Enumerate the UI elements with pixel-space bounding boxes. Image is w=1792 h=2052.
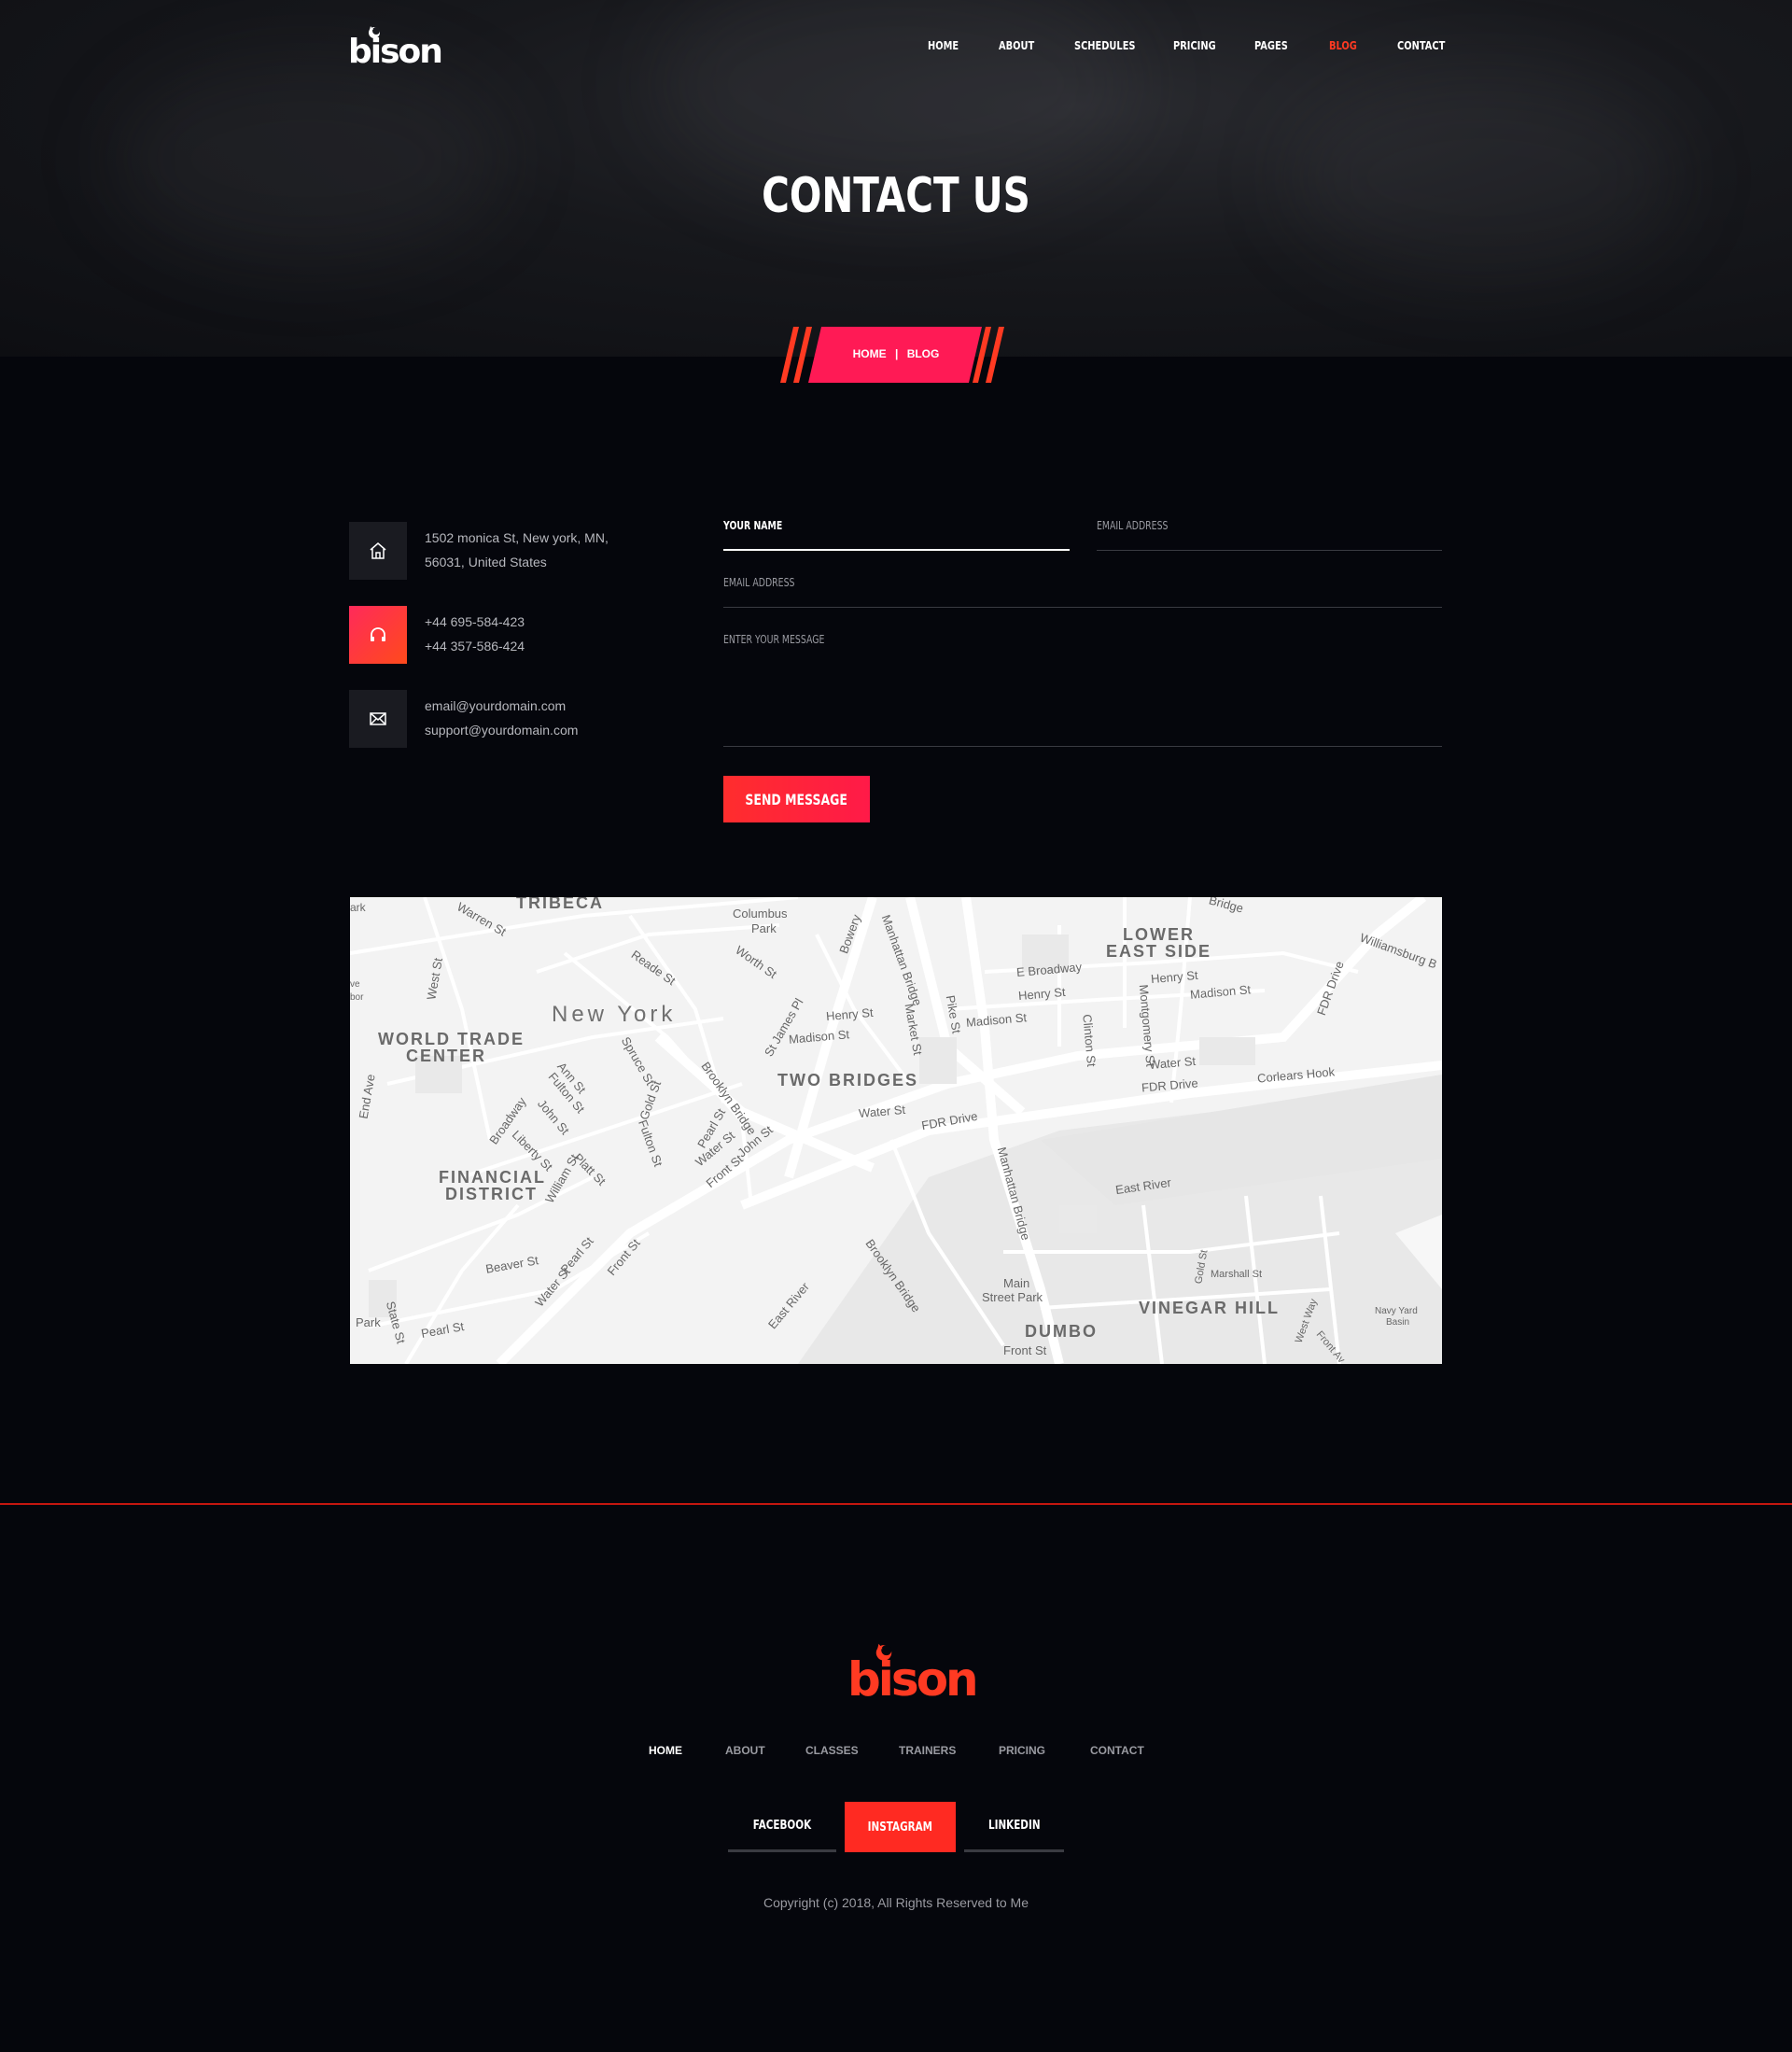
breadcrumb: HOME | BLOG xyxy=(780,327,1012,383)
map-label: VINEGAR HILL xyxy=(1139,1299,1281,1317)
headphones-icon xyxy=(349,606,407,664)
phone-text: +44 695-584-423 +44 357-586-424 xyxy=(425,610,525,658)
map-label: TRIBECA xyxy=(516,897,604,912)
email-line-1[interactable]: email@yourdomain.com xyxy=(425,694,578,718)
footer-nav-contact[interactable]: CONTACT xyxy=(1090,1744,1144,1757)
phone-line-1[interactable]: +44 695-584-423 xyxy=(425,610,525,634)
nav-item-blog[interactable]: BLOG xyxy=(1329,39,1357,52)
contact-address: 1502 monica St, New york, MN, 56031, Uni… xyxy=(349,522,685,580)
nav-item-about[interactable]: ABOUT xyxy=(999,39,1034,52)
linkedin-label: LINKEDIN xyxy=(987,1819,1041,1833)
nav-item-contact[interactable]: CONTACT xyxy=(1397,39,1445,52)
instagram-button[interactable]: INSTAGRAM xyxy=(845,1802,956,1852)
home-icon xyxy=(349,522,407,580)
map-label: Columbus xyxy=(733,907,788,921)
breadcrumb-current: BLOG xyxy=(906,347,940,360)
map-label: CENTER xyxy=(406,1047,487,1065)
breadcrumb-separator: | xyxy=(894,347,899,360)
email-field-secondary[interactable]: EMAIL ADDRESS xyxy=(723,570,1442,608)
page-title: CONTACT US xyxy=(762,168,1030,224)
map-roads xyxy=(350,897,1442,1364)
map-label: TWO BRIDGES xyxy=(777,1071,918,1089)
breadcrumb-text: HOME | BLOG xyxy=(780,347,1012,360)
name-field-label: YOUR NAME xyxy=(723,519,783,532)
map-label: Main xyxy=(1003,1276,1030,1290)
email-field-label: EMAIL ADDRESS xyxy=(1097,519,1169,532)
nav-item-pages[interactable]: PAGES xyxy=(1254,39,1288,52)
hero-smoke xyxy=(112,56,504,261)
map-label: EAST SIDE xyxy=(1106,942,1212,961)
map-label: ark xyxy=(350,901,366,914)
main-nav: HOME ABOUT SCHEDULES PRICING PAGES BLOG … xyxy=(0,39,1792,54)
map-label: ve xyxy=(350,979,360,990)
map-label: Front St xyxy=(1003,1343,1047,1357)
footer-logo[interactable]: bison xyxy=(847,1641,979,1703)
nav-item-schedules[interactable]: SCHEDULES xyxy=(1074,39,1136,52)
map-label: Park xyxy=(751,921,777,935)
map-label: New York xyxy=(552,1002,677,1027)
hero-banner: bison HOME ABOUT SCHEDULES PRICING PAGES… xyxy=(0,0,1792,357)
footer-nav-home[interactable]: HOME xyxy=(649,1744,682,1757)
linkedin-button[interactable]: LINKEDIN xyxy=(964,1802,1064,1852)
message-field-label: ENTER YOUR MESSAGE xyxy=(723,633,825,646)
email-field[interactable]: EMAIL ADDRESS xyxy=(1097,513,1442,551)
footer-divider xyxy=(0,1503,1792,1505)
email-field-secondary-label: EMAIL ADDRESS xyxy=(723,576,795,589)
footer-nav-about[interactable]: ABOUT xyxy=(725,1744,765,1757)
send-message-button[interactable]: SEND MESSAGE xyxy=(723,776,870,822)
contact-phone: +44 695-584-423 +44 357-586-424 xyxy=(349,606,685,664)
send-message-label: SEND MESSAGE xyxy=(745,790,848,808)
address-text: 1502 monica St, New york, MN, 56031, Uni… xyxy=(425,526,609,574)
footer-nav-trainers[interactable]: TRAINERS xyxy=(899,1744,956,1757)
facebook-button[interactable]: FACEBOOK xyxy=(728,1802,836,1852)
map-label: Basin xyxy=(1386,1317,1410,1328)
map-label: Navy Yard xyxy=(1375,1306,1418,1316)
contact-email: email@yourdomain.com support@yourdomain.… xyxy=(349,690,685,748)
message-field[interactable]: ENTER YOUR MESSAGE xyxy=(723,627,1442,747)
phone-line-2[interactable]: +44 357-586-424 xyxy=(425,634,525,658)
map-label: DISTRICT xyxy=(445,1185,538,1203)
envelope-icon xyxy=(349,690,407,748)
footer-nav-pricing[interactable]: PRICING xyxy=(999,1744,1045,1757)
nav-item-pricing[interactable]: PRICING xyxy=(1173,39,1216,52)
footer-brand-name: bison xyxy=(847,1652,979,1707)
name-field[interactable]: YOUR NAME xyxy=(723,513,1070,551)
nav-item-home[interactable]: HOME xyxy=(928,39,959,52)
map-label: Park xyxy=(356,1315,381,1329)
instagram-label: INSTAGRAM xyxy=(867,1820,933,1834)
copyright: Copyright (c) 2018, All Rights Reserved … xyxy=(763,1895,1029,1910)
map-label: DUMBO xyxy=(1025,1322,1098,1341)
address-line-2: 56031, United States xyxy=(425,555,547,569)
breadcrumb-home[interactable]: HOME xyxy=(853,347,887,360)
email-text: email@yourdomain.com support@yourdomain.… xyxy=(425,694,578,742)
map-label: bor xyxy=(350,992,364,1003)
location-map[interactable]: TRIBECA Columbus Park LOWER EAST SIDE Ne… xyxy=(350,897,1442,1364)
email-line-2[interactable]: support@yourdomain.com xyxy=(425,718,578,742)
footer-nav-classes[interactable]: CLASSES xyxy=(805,1744,859,1757)
address-line-1: 1502 monica St, New york, MN, xyxy=(425,530,609,545)
facebook-label: FACEBOOK xyxy=(752,1819,812,1833)
map-label: Street Park xyxy=(982,1290,1043,1304)
map-label: Marshall St xyxy=(1211,1269,1263,1280)
